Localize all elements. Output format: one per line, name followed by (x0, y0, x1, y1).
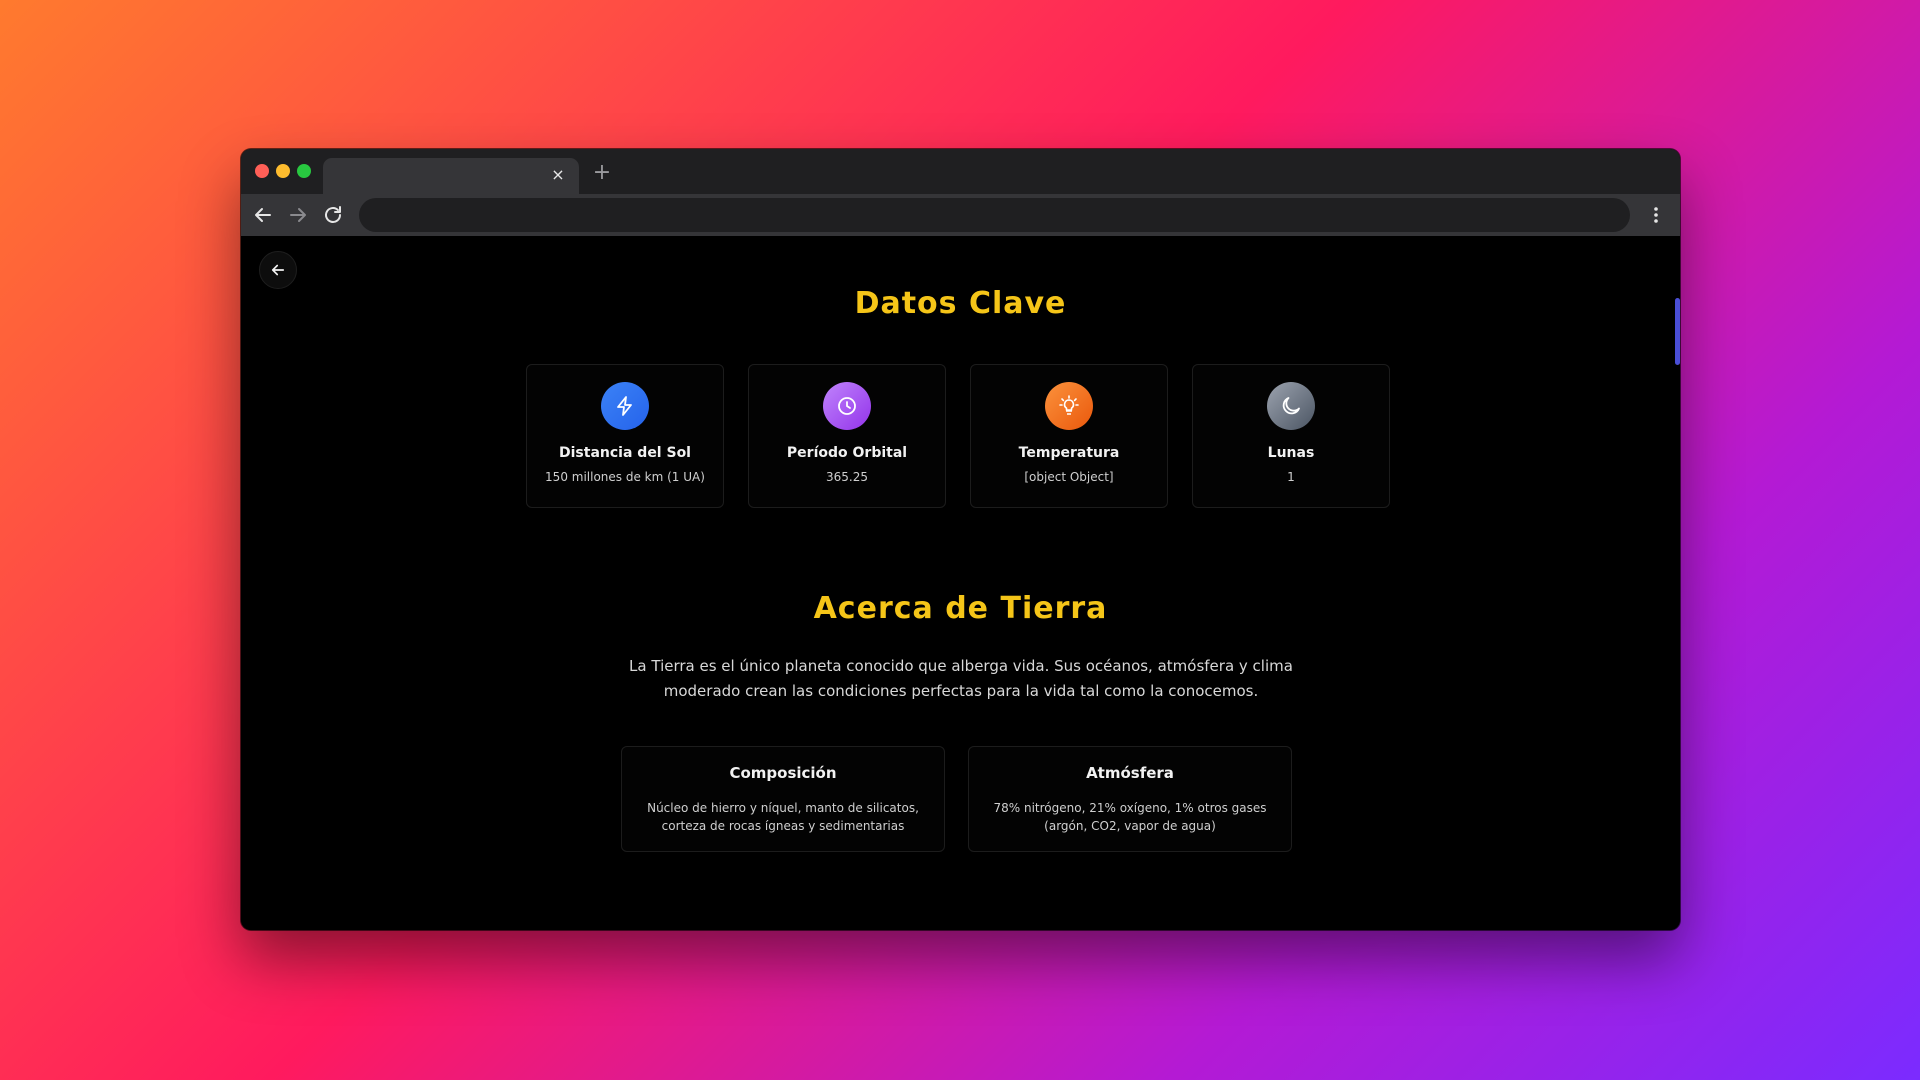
info-card-atmosphere: Atmósfera 78% nitrógeno, 21% oxígeno, 1%… (968, 746, 1292, 852)
close-window-button[interactable] (255, 164, 269, 178)
fact-value: [object Object] (1024, 470, 1114, 484)
info-card-text: 78% nitrógeno, 21% oxígeno, 1% otros gas… (993, 801, 1267, 833)
info-card-title: Atmósfera (1086, 764, 1174, 782)
about-description: La Tierra es el único planeta conocido q… (629, 657, 1293, 700)
plus-icon[interactable]: + (591, 162, 613, 184)
back-button[interactable] (259, 251, 297, 289)
browser-tab[interactable]: × (323, 158, 579, 194)
address-bar[interactable] (359, 198, 1630, 232)
tab-bar: × + (241, 149, 1680, 194)
maximize-window-button[interactable] (297, 164, 311, 178)
more-vertical-icon[interactable] (1644, 203, 1668, 227)
minimize-window-button[interactable] (276, 164, 290, 178)
clock-icon (823, 382, 871, 430)
fact-card-temperature: Temperatura [object Object] (970, 364, 1168, 508)
lightbulb-icon (1045, 382, 1093, 430)
key-facts-title: Datos Clave (854, 286, 1067, 321)
fact-value: 365.25 (826, 470, 868, 484)
reload-icon[interactable] (321, 203, 345, 227)
info-card-title: Composición (729, 764, 837, 782)
close-icon[interactable]: × (549, 166, 567, 184)
fact-label: Distancia del Sol (559, 445, 691, 461)
arrow-left-icon[interactable] (251, 203, 275, 227)
page-content: Datos Clave Distancia del Sol 150 millon… (241, 236, 1680, 930)
info-card-text: Núcleo de hierro y níquel, manto de sili… (647, 801, 919, 833)
browser-toolbar (241, 194, 1680, 236)
fact-label: Período Orbital (786, 445, 908, 461)
fact-card-moons: Lunas 1 (1192, 364, 1390, 508)
about-title: Acerca de Tierra (813, 591, 1108, 626)
browser-window: × + Datos Clave Distancia del Sol 150 mi… (241, 149, 1680, 930)
fact-label: Temperatura (1018, 445, 1120, 461)
arrow-left-icon (271, 264, 285, 276)
fact-card-orbital-period: Período Orbital 365.25 (748, 364, 946, 508)
key-facts-cards: Distancia del Sol 150 millones de km (1 … (526, 364, 1396, 508)
fact-value: 1 (1287, 470, 1295, 484)
fact-label: Lunas (1267, 445, 1315, 461)
fact-card-distance: Distancia del Sol 150 millones de km (1 … (526, 364, 724, 508)
fact-value: 150 millones de km (1 UA) (545, 470, 705, 484)
lightning-icon (601, 382, 649, 430)
arrow-right-icon[interactable] (286, 203, 310, 227)
info-card-composition: Composición Núcleo de hierro y níquel, m… (621, 746, 945, 852)
moon-icon (1267, 382, 1315, 430)
